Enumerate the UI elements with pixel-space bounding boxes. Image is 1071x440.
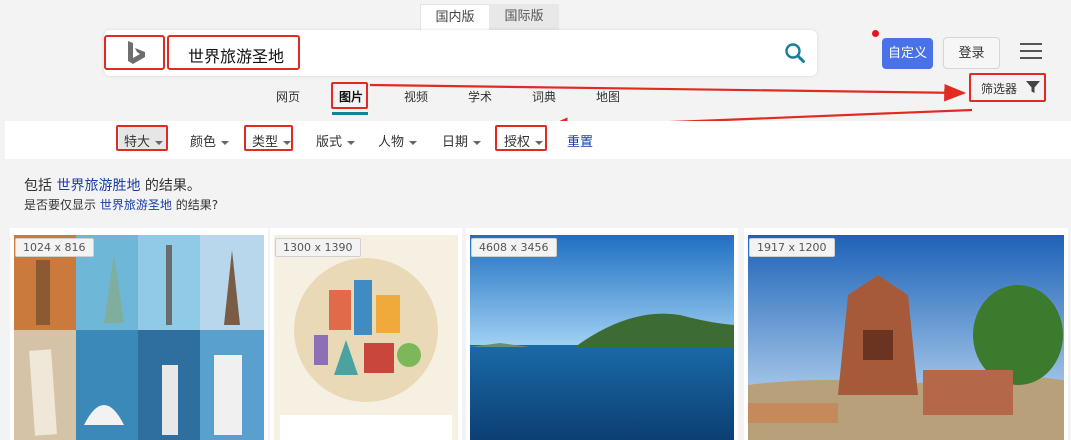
filter-license[interactable]: 授权 <box>504 131 544 150</box>
filter-color[interactable]: 颜色 <box>190 131 230 150</box>
result-include-notice: 包括 世界旅游胜地 的结果。 <box>24 178 201 194</box>
chevron-down-icon <box>155 140 164 145</box>
filter-people[interactable]: 人物 <box>378 131 418 150</box>
chevron-down-icon <box>221 140 230 145</box>
chevron-down-icon <box>283 140 292 145</box>
filter-layout[interactable]: 版式 <box>316 131 356 150</box>
sea-island-image <box>470 235 734 440</box>
image-size-badge: 1024 x 816 <box>15 238 94 257</box>
image-result-2[interactable]: 1300 x 1390 <box>270 228 462 440</box>
chevron-down-icon <box>347 140 356 145</box>
image-result-3[interactable]: 4608 x 3456 <box>466 228 738 440</box>
only-term-link[interactable]: 世界旅游圣地 <box>100 198 172 212</box>
temple-ruins-image <box>748 235 1064 440</box>
image-size-badge: 4608 x 3456 <box>471 238 557 257</box>
include-term-link[interactable]: 世界旅游胜地 <box>56 178 140 194</box>
image-result-4[interactable]: 1917 x 1200 <box>744 228 1068 440</box>
filter-type[interactable]: 类型 <box>252 131 292 150</box>
chevron-down-icon <box>473 140 482 145</box>
image-result-1[interactable]: 1024 x 816 <box>10 228 268 440</box>
result-only-notice: 是否要仅显示 世界旅游圣地 的结果? <box>24 198 219 212</box>
chevron-down-icon <box>535 140 544 145</box>
landmarks-collage-image <box>14 235 264 440</box>
landmark-icons-image <box>274 235 458 440</box>
filter-size[interactable]: 特大 <box>124 131 164 150</box>
image-size-badge: 1300 x 1390 <box>275 238 361 257</box>
filter-reset-link[interactable]: 重置 <box>567 131 593 150</box>
chevron-down-icon <box>409 140 418 145</box>
image-size-badge: 1917 x 1200 <box>749 238 835 257</box>
filter-date[interactable]: 日期 <box>442 131 482 150</box>
